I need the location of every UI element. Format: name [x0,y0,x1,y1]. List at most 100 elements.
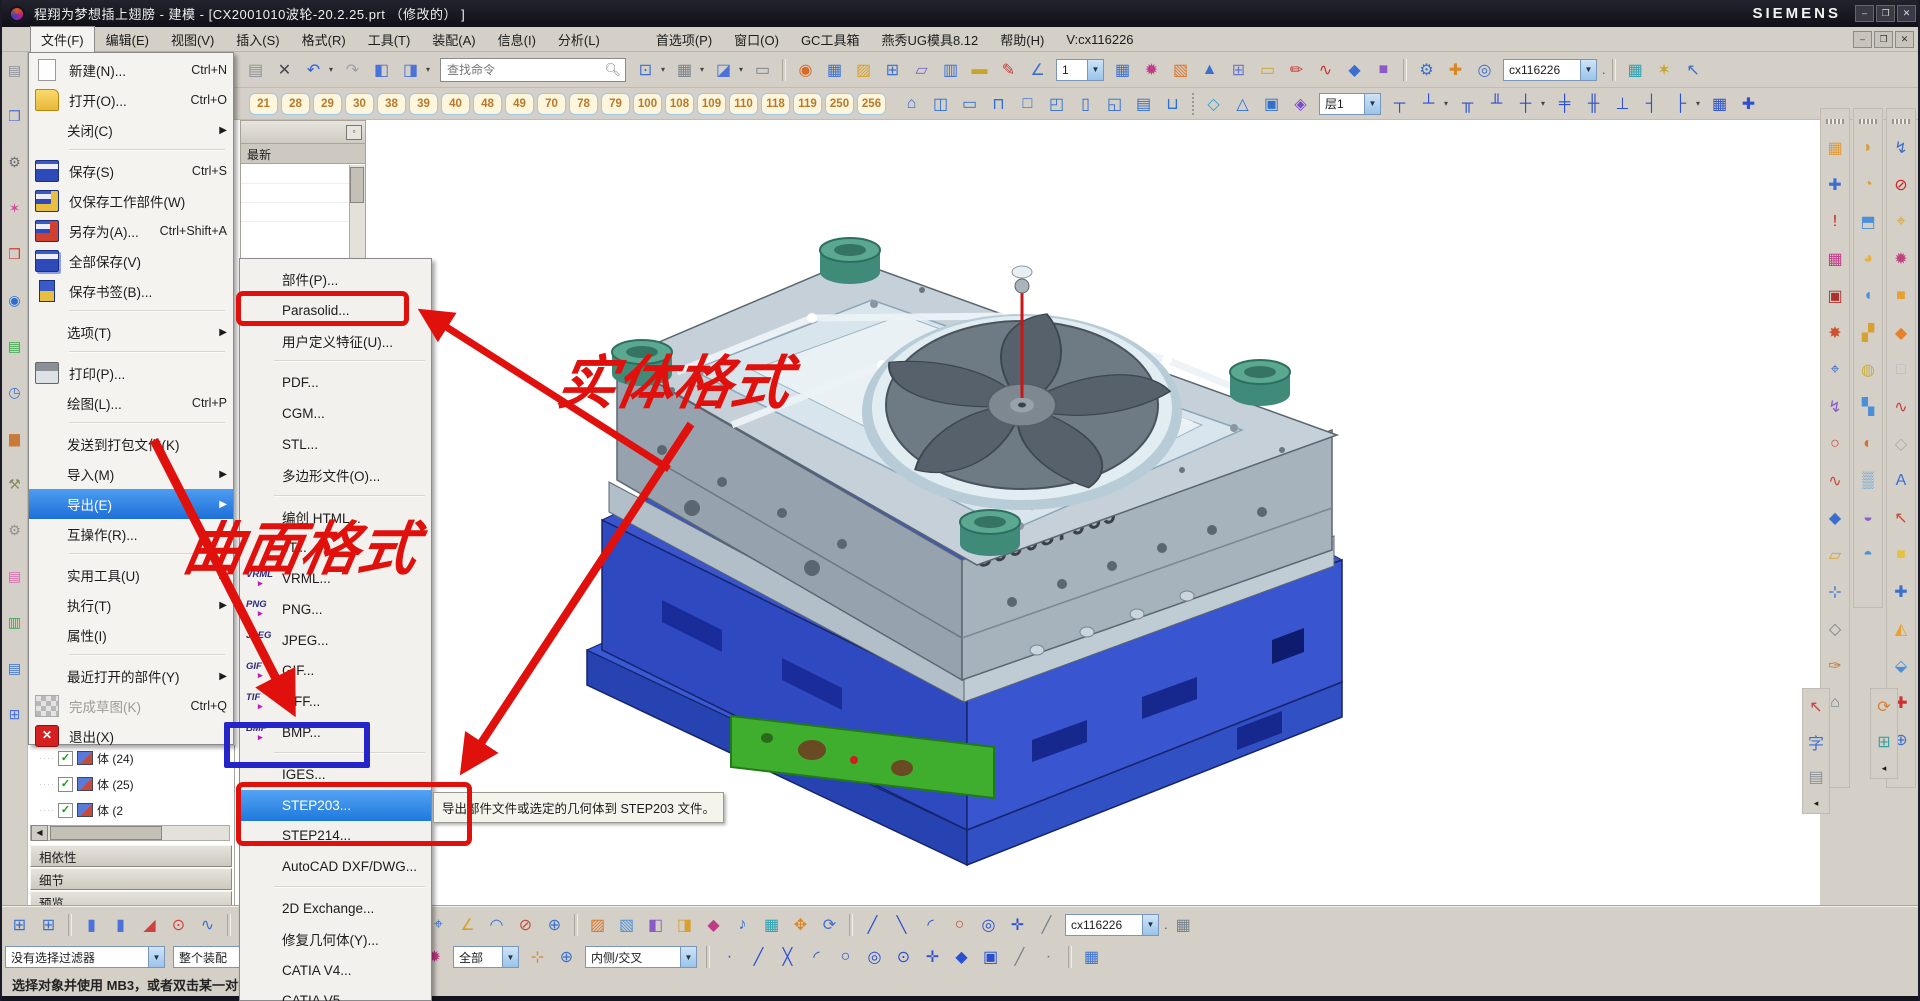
pocket-icon[interactable]: ▣ [1258,90,1285,117]
search-icon[interactable]: 🔍︎ [604,62,621,78]
history-icon[interactable]: ◷ [3,380,27,404]
circle-icon[interactable]: ○ [946,911,973,938]
arc-center-icon[interactable]: ◜ [803,944,830,971]
user-id-combo[interactable]: cx116226 ▼ [1503,59,1597,81]
gc-guide-icon[interactable]: ╫ [1580,90,1607,117]
concentric-icon[interactable]: ◎ [975,911,1002,938]
spline-icon[interactable]: ∿ [1312,56,1339,83]
export-menu-item-17[interactable]: BMPBMP... [240,717,431,748]
dome-icon[interactable]: ◓ [1855,542,1881,568]
move-face-icon[interactable]: ✥ [787,911,814,938]
toolbar-grip[interactable] [1892,119,1910,124]
export-menu-item-2[interactable]: Parasolid... [240,295,431,326]
delete-icon[interactable]: ✕ [271,56,298,83]
existing-point-icon[interactable]: ◎ [861,944,888,971]
render-laptop-icon[interactable]: ▤ [1803,763,1830,790]
draw-die-icon[interactable]: ◐ [1855,431,1881,457]
toolbar-grip[interactable] [1859,119,1877,124]
cross-icon[interactable]: ✛ [1004,911,1031,938]
layer-button-78[interactable]: 78 [569,93,598,115]
sheet-stamp-icon[interactable]: ◔ [1855,172,1881,198]
find-command-input[interactable] [445,62,604,78]
gc-top-icon[interactable]: ┬ [1386,90,1413,117]
menu-item-1[interactable]: 文件(F) [30,26,95,53]
grid-icon[interactable]: ▦ [821,56,848,83]
selection-filter-combo[interactable]: 没有选择过滤器 ▼ [5,946,165,968]
moldbase-icon[interactable]: ⌂ [898,90,925,117]
cascade-windows-icon[interactable]: ⊞ [35,911,62,938]
minimize-icon[interactable]: – [1855,5,1874,22]
text-tool-icon[interactable]: A [1888,468,1914,494]
window2-icon[interactable]: ⊞ [1225,56,1252,83]
menu-item-12[interactable]: GC工具箱 [790,27,871,52]
columns-icon[interactable]: ▥ [937,56,964,83]
navigator-section-2[interactable]: 细节 [30,868,232,890]
datum-plane-icon[interactable]: ▱ [908,56,935,83]
point-on-curve-icon[interactable]: ⊙ [890,944,917,971]
facet-body-icon[interactable]: ◇ [1888,431,1914,457]
export-menu-item-6[interactable]: CGM... [240,398,431,429]
louver-icon[interactable]: ▚ [1855,394,1881,420]
gc-rail-icon[interactable]: ╪ [1551,90,1578,117]
blend-icon[interactable]: ◠ [483,911,510,938]
view-scale-caret[interactable]: ▼ [1087,60,1103,80]
layer-button-39[interactable]: 39 [409,93,438,115]
layer-button-49[interactable]: 49 [505,93,534,115]
point-on-face-icon[interactable]: ✛ [919,944,946,971]
ruler2-icon[interactable]: ▭ [1254,56,1281,83]
draft-icon[interactable]: ◢ [136,911,163,938]
snap-grid-icon[interactable]: ▦ [1822,135,1848,161]
checkbox-checked-icon[interactable]: ✓ [58,777,73,792]
unite-icon[interactable]: ⊕ [541,911,568,938]
scrollbar-thumb[interactable] [50,826,162,840]
mold-3d-model[interactable]: 399087969 [582,220,1382,870]
paste-icon[interactable]: ▤ [242,56,269,83]
orient-axes-icon[interactable]: ↖ [1803,693,1830,720]
layer-button-118[interactable]: 118 [761,93,790,115]
move-icon[interactable]: ✚ [1442,56,1469,83]
layer-button-250[interactable]: 250 [825,93,854,115]
triangle-icon[interactable]: ▲ [1196,56,1223,83]
file-menu-item-11[interactable]: 选项(T)▶ [29,317,233,347]
revolve-icon[interactable]: ▮ [107,911,134,938]
export-menu-item-15[interactable]: GIFGIF... [240,656,431,687]
file-menu-item-27[interactable]: 退出(X) [29,721,233,751]
export-menu-item-22[interactable]: AutoCAD DXF/DWG... [240,851,431,882]
dropdown-caret-icon[interactable]: ▾ [426,65,434,74]
bottom-user-combo[interactable]: cx116226 ▼ [1065,914,1159,936]
restore-icon[interactable]: ❐ [1876,5,1895,22]
file-menu-item-8[interactable]: 全部保存(V) [29,246,233,276]
show-part-icon[interactable]: ◧ [368,56,395,83]
intersection-icon[interactable]: ╳ [774,944,801,971]
mesh-surface-icon[interactable]: ▒ [1855,468,1881,494]
collapse-arrow-icon[interactable]: ◂ [1882,763,1887,774]
navigator-section-1[interactable]: 相依性 [30,845,232,867]
flange-icon[interactable]: ◖ [1855,283,1881,309]
file-menu-item-23[interactable]: 属性(I) [29,620,233,650]
layer-button-38[interactable]: 38 [377,93,406,115]
font-tool-icon[interactable]: 字 [1803,728,1830,755]
file-menu-item-22[interactable]: 执行(T)▶ [29,590,233,620]
tile-windows-icon[interactable]: ⊞ [6,911,33,938]
layer-button-28[interactable]: 28 [281,93,310,115]
menu-item-8[interactable]: 信息(I) [487,27,547,52]
synchronous-icon[interactable]: ↯ [1888,135,1914,161]
roles-icon[interactable]: ▤ [3,58,27,82]
file-menu-item-1[interactable]: 新建(N)...Ctrl+N [29,55,233,85]
info-icon[interactable]: ◉ [3,288,27,312]
bounded-cube-icon[interactable]: ▣ [1822,283,1848,309]
wcs-snap-icon[interactable]: ⊕ [553,944,580,971]
line2-icon[interactable]: ╲ [888,911,915,938]
color-grid-icon[interactable]: ▦ [1822,246,1848,272]
select-arrow-icon[interactable]: ↖ [1680,56,1707,83]
bottom-options-dot[interactable]: . [1164,917,1168,932]
layer-button-100[interactable]: 100 [633,93,662,115]
split-body-icon[interactable]: ◧ [642,911,669,938]
constraint-nav-icon[interactable]: ✶ [3,196,27,220]
layer-button-109[interactable]: 109 [697,93,726,115]
file-menu-item-6[interactable]: 仅保存工作部件(W) [29,186,233,216]
layer-button-110[interactable]: 110 [729,93,758,115]
toolbar-grip[interactable] [1826,119,1844,124]
machining-icon[interactable]: ⚙ [3,518,27,542]
window-icon[interactable]: ▭ [749,56,776,83]
